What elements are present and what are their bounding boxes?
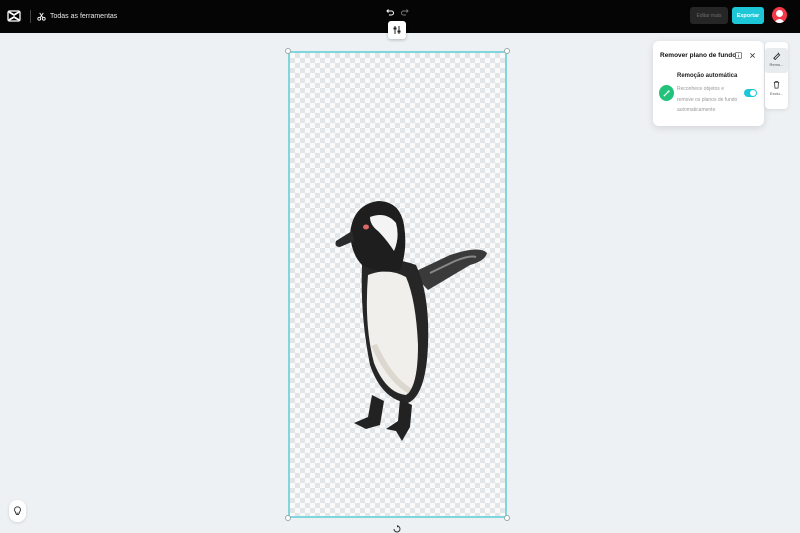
remove-background-panel: Remover plano de fundo Remoção automátic… (653, 41, 764, 126)
rail-remove-background[interactable]: Remo... (765, 48, 788, 73)
penguin-image[interactable] (330, 195, 495, 445)
redo-icon[interactable] (401, 8, 409, 16)
info-icon[interactable] (735, 52, 742, 59)
all-tools-label: Todas as ferramentas (50, 12, 118, 20)
eraser-icon (773, 51, 781, 60)
lightbulb-icon (14, 506, 21, 515)
tips-button[interactable] (9, 500, 26, 522)
rail-remove-label: Remo... (769, 62, 784, 67)
capcut-logo-icon[interactable] (7, 9, 21, 23)
export-button[interactable]: Exportar (732, 7, 764, 24)
scissors-icon (37, 12, 46, 21)
resize-handle-bottom-right[interactable] (504, 515, 510, 521)
right-tool-rail: Remo... Exclu... (765, 42, 788, 109)
canvas-adjust-button[interactable] (388, 21, 406, 39)
sliders-icon (393, 26, 401, 34)
resize-handle-top-right[interactable] (504, 48, 510, 54)
auto-removal-title: Remoção automática (677, 73, 738, 79)
close-icon[interactable] (749, 52, 756, 59)
edit-more-button[interactable]: Editar mais (690, 7, 728, 24)
rail-delete[interactable]: Exclu... (765, 80, 788, 96)
all-tools-button[interactable]: Todas as ferramentas (37, 9, 117, 23)
auto-removal-description: Reconhece objetos e remove os planos de … (677, 86, 738, 113)
panel-title: Remover plano de fundo (660, 52, 737, 59)
auto-removal-toggle[interactable] (744, 89, 757, 97)
undo-icon[interactable] (386, 8, 394, 16)
trash-icon (773, 80, 780, 89)
topbar-divider (30, 10, 31, 23)
resize-handle-top-left[interactable] (285, 48, 291, 54)
magic-wand-icon (663, 89, 671, 97)
user-avatar-icon (774, 10, 785, 23)
user-avatar[interactable] (772, 7, 787, 23)
rail-delete-label: Exclu... (769, 91, 784, 96)
rotate-icon[interactable] (393, 525, 401, 533)
auto-removal-icon (659, 85, 674, 101)
resize-handle-bottom-left[interactable] (285, 515, 291, 521)
